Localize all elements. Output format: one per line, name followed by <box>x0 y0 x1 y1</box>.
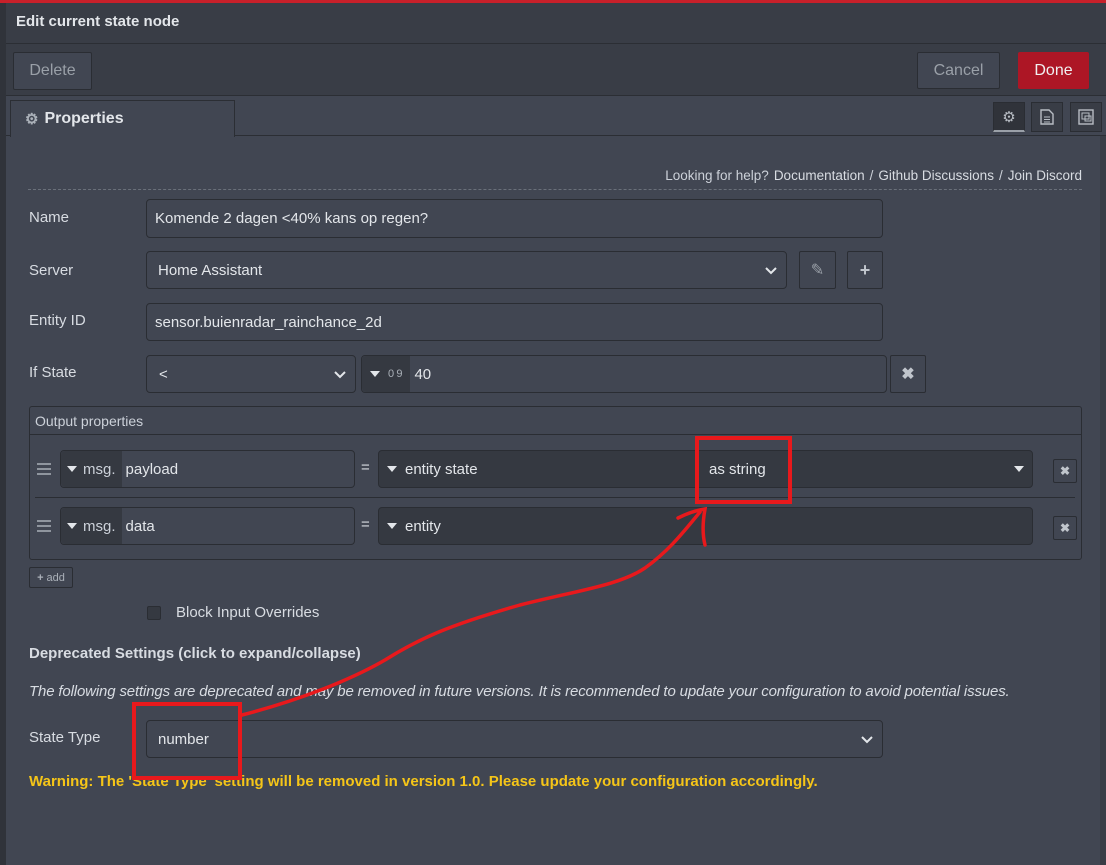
plus-icon: + <box>859 259 871 280</box>
close-icon: ✖ <box>1059 464 1071 478</box>
output-property-input[interactable]: msg. data <box>60 507 355 545</box>
equals-sign: = <box>361 459 370 476</box>
description-tab-button[interactable] <box>1031 102 1063 132</box>
caret-down-icon <box>370 371 380 377</box>
right-edge <box>1100 136 1106 865</box>
add-output-button[interactable]: + add <box>29 567 73 588</box>
server-value: Home Assistant <box>158 261 263 279</box>
appearance-tab-button[interactable] <box>1070 102 1102 132</box>
frame-icon <box>1078 109 1094 125</box>
state-type-label: State Type <box>29 729 101 746</box>
msg-prefix: msg. <box>83 460 116 478</box>
github-discussions-link[interactable]: Github Discussions <box>878 168 994 183</box>
source-value: entity state <box>405 460 478 478</box>
property-type-select[interactable]: msg. <box>61 451 122 487</box>
deprecated-description: The following settings are deprecated an… <box>29 683 1010 700</box>
caret-down-icon <box>67 523 77 529</box>
documentation-link[interactable]: Documentation <box>774 168 865 183</box>
close-icon: ✖ <box>1059 521 1071 535</box>
row-divider <box>35 497 1075 498</box>
name-label: Name <box>29 209 70 226</box>
operator-value: < <box>159 365 168 383</box>
help-prompt: Looking for help? <box>665 168 769 183</box>
drag-handle-icon[interactable] <box>37 460 51 478</box>
document-icon <box>1040 109 1054 125</box>
if-state-value: 40 <box>414 365 432 383</box>
output-property-input[interactable]: msg. payload <box>60 450 355 488</box>
separator: / <box>998 168 1003 183</box>
cancel-button[interactable]: Cancel <box>917 52 1000 89</box>
settings-tab-button[interactable]: ⚙ <box>993 102 1025 132</box>
if-state-value-input[interactable]: 0 9 40 <box>361 355 887 393</box>
output-value-input[interactable]: entity state as string <box>378 450 1033 488</box>
property-type-select[interactable]: msg. <box>61 508 122 544</box>
type-select[interactable]: 0 9 <box>362 356 411 392</box>
if-state-operator-select[interactable]: < <box>146 355 356 393</box>
clear-if-state-button[interactable]: ✖ <box>890 355 926 393</box>
separator: / <box>869 168 874 183</box>
chevron-down-icon <box>334 371 346 379</box>
help-links: Looking for help? Documentation / Github… <box>665 168 1082 183</box>
gear-icon: ⚙ <box>25 111 39 128</box>
add-label: add <box>46 571 65 584</box>
pencil-icon: ✎ <box>810 262 825 279</box>
format-select-value[interactable]: as string <box>709 461 766 478</box>
source-value: entity <box>405 517 441 535</box>
deprecation-warning: Warning: The 'State Type' setting will b… <box>29 773 818 790</box>
caret-down-icon <box>1014 466 1024 472</box>
if-state-label: If State <box>29 364 77 381</box>
state-type-select[interactable]: number <box>146 720 883 758</box>
chevron-down-icon <box>765 267 777 275</box>
chevron-down-icon <box>861 736 873 744</box>
caret-down-icon <box>387 466 397 472</box>
entity-id-input[interactable]: sensor.buienradar_rainchance_2d <box>146 303 883 341</box>
caret-down-icon <box>387 523 397 529</box>
join-discord-link[interactable]: Join Discord <box>1008 168 1082 183</box>
equals-sign: = <box>361 516 370 533</box>
state-type-value: number <box>158 730 209 748</box>
dialog-title: Edit current state node <box>16 13 180 30</box>
tab-properties[interactable]: ⚙ Properties <box>10 100 235 137</box>
tab-label: Properties <box>44 110 124 127</box>
server-label: Server <box>29 262 74 279</box>
entity-id-label: Entity ID <box>29 312 86 329</box>
remove-row-button[interactable]: ✖ <box>1053 516 1077 540</box>
edit-server-button[interactable]: ✎ <box>799 251 836 289</box>
property-value: payload <box>125 460 179 478</box>
block-input-overrides-label: Block Input Overrides <box>176 604 320 621</box>
done-button[interactable]: Done <box>1018 52 1089 89</box>
close-icon: ✖ <box>901 366 915 383</box>
output-properties-title: Output properties <box>30 407 1081 435</box>
output-value-input[interactable]: entity <box>378 507 1033 545</box>
property-value: data <box>125 517 155 535</box>
add-server-button[interactable]: + <box>847 251 883 289</box>
gear-icon: ⚙ <box>1002 108 1016 126</box>
drag-handle-icon[interactable] <box>37 517 51 535</box>
number-type-icon: 0 9 <box>388 368 403 380</box>
plus-icon: + <box>37 571 44 584</box>
divider <box>28 189 1082 190</box>
delete-button[interactable]: Delete <box>13 52 92 90</box>
msg-prefix: msg. <box>83 517 116 535</box>
server-select[interactable]: Home Assistant <box>146 251 787 289</box>
caret-down-icon <box>67 466 77 472</box>
name-input[interactable]: Komende 2 dagen <40% kans op regen? <box>146 199 883 238</box>
deprecated-settings-toggle[interactable]: Deprecated Settings (click to expand/col… <box>29 645 361 662</box>
remove-row-button[interactable]: ✖ <box>1053 459 1077 483</box>
block-input-overrides-checkbox[interactable] <box>147 606 161 620</box>
